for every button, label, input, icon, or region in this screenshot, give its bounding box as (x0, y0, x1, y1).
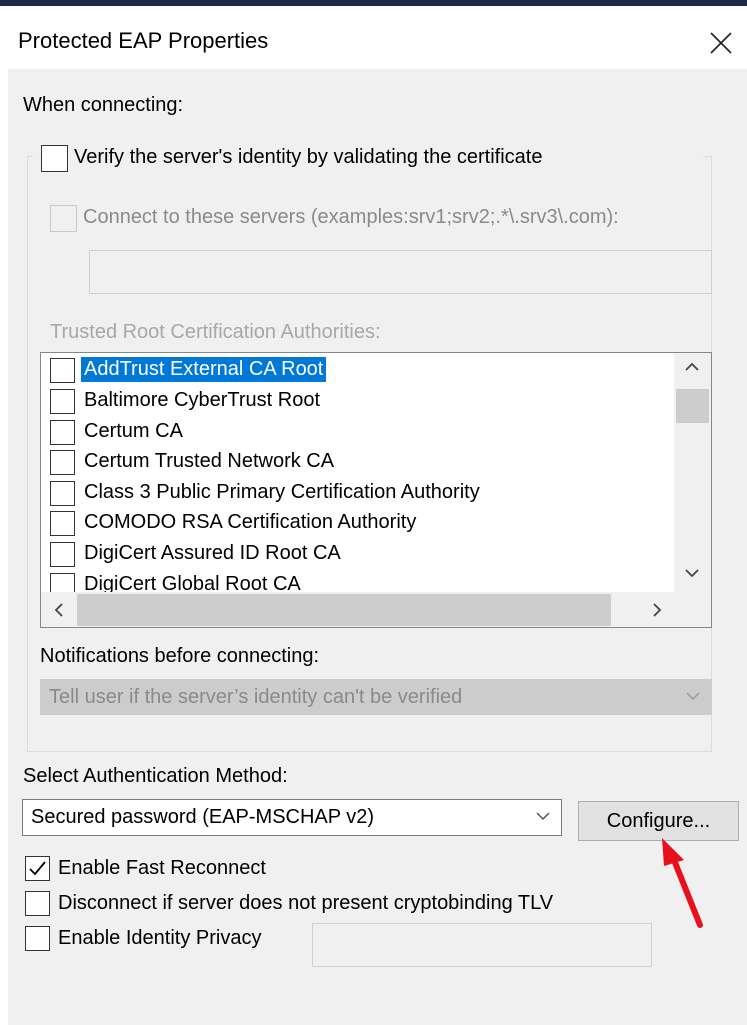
auth-method-value: Secured password (EAP-MSCHAP v2) (31, 806, 375, 828)
list-item-checkbox[interactable] (50, 450, 75, 475)
identity-privacy-input[interactable] (312, 923, 652, 967)
list-item-checkbox[interactable] (50, 389, 75, 414)
list-item-checkbox[interactable] (50, 358, 75, 383)
list-item-label: DigiCert Assured ID Root CA (84, 542, 341, 564)
list-item-label: Baltimore CyberTrust Root (84, 389, 320, 411)
notifications-value: Tell user if the server’s identity can't… (49, 686, 463, 708)
window-title: Protected EAP Properties (18, 28, 269, 53)
when-connecting-label: When connecting: (23, 94, 184, 116)
list-item-checkbox[interactable] (50, 481, 75, 506)
list-item[interactable]: Certum CA (41, 417, 673, 447)
scroll-left-icon[interactable] (51, 602, 67, 623)
identity-privacy-checkbox[interactable] (25, 926, 50, 951)
chevron-down-icon (535, 808, 551, 829)
list-item-label: Class 3 Public Primary Certification Aut… (84, 481, 480, 503)
scroll-down-icon[interactable] (684, 565, 700, 586)
trusted-root-label: Trusted Root Certification Authorities: (50, 321, 381, 343)
auth-method-dropdown[interactable]: Secured password (EAP-MSCHAP v2) (22, 799, 562, 836)
list-item[interactable]: Certum Trusted Network CA (41, 447, 673, 477)
servers-input[interactable] (89, 250, 712, 294)
scroll-up-icon[interactable] (684, 359, 700, 380)
vertical-scroll-thumb[interactable] (676, 389, 709, 423)
identity-privacy-label: Enable Identity Privacy (58, 927, 262, 949)
close-icon[interactable] (706, 28, 736, 58)
auth-method-label: Select Authentication Method: (23, 765, 288, 787)
list-item[interactable]: DigiCert Assured ID Root CA (41, 539, 673, 569)
list-item[interactable]: Baltimore CyberTrust Root (41, 386, 673, 416)
list-item-label: AddTrust External CA Root (81, 357, 327, 382)
connect-servers-label: Connect to these servers (examples:srv1;… (83, 206, 619, 228)
notifications-label: Notifications before connecting: (40, 645, 320, 667)
scrollbar-corner (674, 592, 711, 627)
trusted-root-list[interactable]: AddTrust External CA Root Baltimore Cybe… (40, 352, 712, 628)
list-item[interactable]: Class 3 Public Primary Certification Aut… (41, 478, 673, 508)
horizontal-scroll-thumb[interactable] (77, 594, 611, 626)
list-item-checkbox[interactable] (50, 542, 75, 567)
annotation-arrow-icon (650, 830, 710, 935)
cryptobinding-checkbox[interactable] (25, 891, 50, 916)
horizontal-scrollbar[interactable] (41, 592, 674, 627)
chevron-down-icon (685, 688, 701, 709)
verify-server-label: Verify the server's identity by validati… (74, 146, 543, 168)
list-item-label: Certum Trusted Network CA (84, 450, 335, 472)
list-item-checkbox[interactable] (50, 420, 75, 445)
fast-reconnect-label: Enable Fast Reconnect (58, 857, 266, 879)
connect-servers-checkbox[interactable] (50, 205, 77, 232)
cryptobinding-label: Disconnect if server does not present cr… (58, 892, 554, 914)
list-item-checkbox[interactable] (50, 511, 75, 536)
vertical-scrollbar[interactable] (674, 353, 711, 593)
list-item[interactable]: AddTrust External CA Root (41, 355, 673, 385)
fast-reconnect-checkbox[interactable] (25, 856, 50, 881)
scroll-right-icon[interactable] (649, 602, 665, 623)
list-item[interactable]: COMODO RSA Certification Authority (41, 508, 673, 538)
title-bar: Protected EAP Properties (0, 6, 747, 69)
list-item-label: COMODO RSA Certification Authority (84, 511, 417, 533)
list-item-label: Certum CA (84, 420, 183, 442)
notifications-dropdown[interactable]: Tell user if the server’s identity can't… (40, 679, 712, 715)
verify-server-checkbox[interactable] (41, 145, 68, 172)
